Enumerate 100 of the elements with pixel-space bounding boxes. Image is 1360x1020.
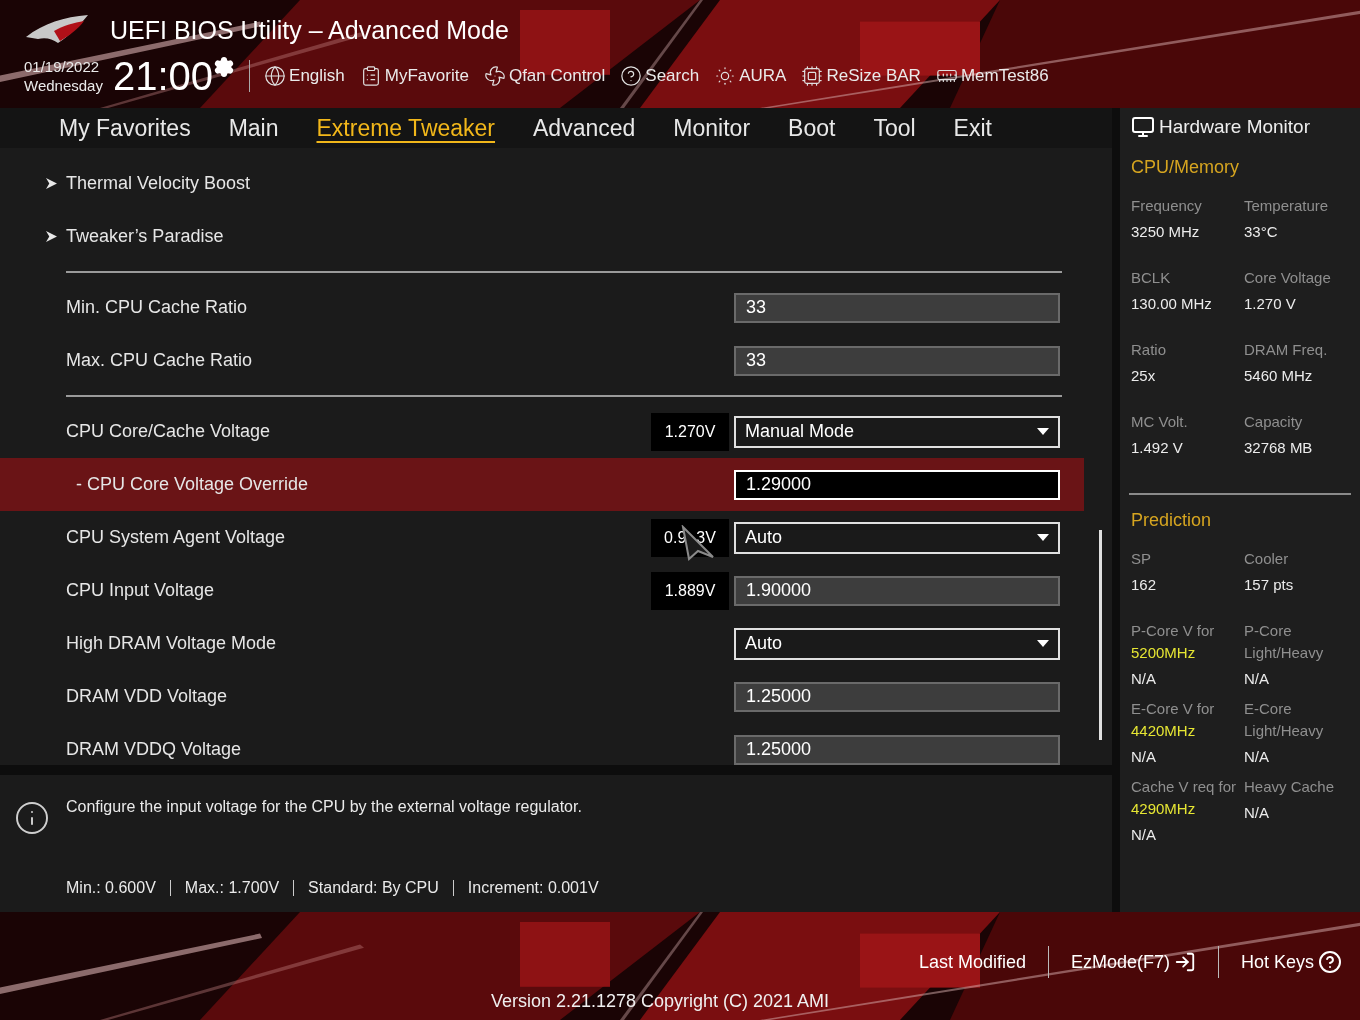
menu-tab[interactable]: Monitor	[654, 110, 770, 146]
setting-label: DRAM VDDQ Voltage	[66, 738, 242, 761]
setting-label: Thermal Velocity Boost	[66, 172, 251, 195]
value-field[interactable]: 1.29000	[734, 469, 1060, 500]
day-text: Wednesday	[24, 75, 103, 95]
setting-label: CPU Input Voltage	[66, 579, 215, 602]
monitor-label: MC Volt.	[1131, 412, 1189, 432]
window-title: UEFI BIOS Utility – Advanced Mode	[110, 15, 509, 46]
menu-tab[interactable]: Boot	[769, 110, 855, 146]
monitor-label: SP	[1131, 549, 1152, 569]
menu-tab[interactable]: Advanced	[514, 110, 655, 146]
dropdown[interactable]: Manual Mode	[734, 415, 1060, 448]
value-field[interactable]: 33	[734, 345, 1060, 376]
monitor-icon	[1131, 115, 1155, 139]
monitor-label: Capacity	[1244, 412, 1304, 432]
panel-title: Hardware Monitor	[1159, 114, 1310, 139]
monitor-value: 32768 MB	[1244, 438, 1314, 458]
monitor-value: 1.492 V	[1131, 438, 1184, 458]
monitor-label: P-Core Light/Heavy	[1244, 621, 1325, 663]
value-field[interactable]: 1.90000	[734, 575, 1060, 606]
setting-label: CPU System Agent Voltage	[66, 526, 286, 549]
toolbar-button[interactable]: AURA	[714, 62, 787, 89]
monitor-label: DRAM Freq.	[1244, 340, 1329, 360]
globe-icon	[264, 64, 287, 87]
settings-row[interactable]: High DRAM Voltage Mode Auto	[0, 617, 1084, 670]
caret-icon	[1037, 640, 1049, 647]
monitor-value: N/A	[1244, 669, 1270, 689]
toolbar-button[interactable]: MyFavorite	[359, 62, 469, 89]
monitor-label: Cache V req for 4290MHz	[1131, 777, 1238, 819]
settings-icon[interactable]	[213, 55, 236, 78]
monitor-label: BCLK	[1131, 268, 1172, 288]
settings-row[interactable]: DRAM VDD Voltage 1.25000	[0, 670, 1084, 723]
setting-label: CPU Core/Cache Voltage	[66, 420, 271, 443]
spec-text: Max.: 1.700V	[184, 878, 280, 898]
settings-row[interactable]: Thermal Velocity Boost	[0, 157, 1084, 210]
fan-icon	[483, 64, 506, 87]
monitor-label: Cooler	[1244, 549, 1290, 569]
value-field[interactable]: 1.25000	[734, 734, 1060, 765]
caret-icon	[1037, 428, 1049, 435]
menu-tab[interactable]: Extreme Tweaker	[297, 110, 515, 146]
monitor-value: 33°C	[1244, 222, 1279, 242]
setting-label: High DRAM Voltage Mode	[66, 632, 277, 655]
section-title: CPU/Memory	[1131, 156, 1240, 179]
dropdown[interactable]: Auto	[734, 627, 1060, 660]
menu-tab[interactable]: Exit	[934, 110, 1011, 146]
scrollbar[interactable]	[1099, 530, 1102, 740]
value-field[interactable]: 1.25000	[734, 681, 1060, 712]
help-icon	[1318, 950, 1342, 974]
menu-tab[interactable]: Main	[209, 110, 298, 146]
arrow-icon	[46, 231, 57, 242]
footer-button[interactable]: Hot Keys	[1240, 948, 1342, 976]
setting-label: - CPU Core Voltage Override	[76, 473, 309, 496]
monitor-value: 162	[1131, 575, 1158, 595]
monitor-value: 130.00 MHz	[1131, 294, 1213, 314]
settings-row[interactable]: Min. CPU Cache Ratio 33	[0, 281, 1084, 334]
exit-icon	[1173, 951, 1196, 973]
setting-label: DRAM VDD Voltage	[66, 685, 228, 708]
light-icon	[714, 64, 737, 87]
monitor-label: Core Voltage	[1244, 268, 1332, 288]
toolbar-button[interactable]: MemTest86	[935, 62, 1049, 89]
menu-tab[interactable]: My Favorites	[40, 110, 210, 146]
date-text: 01/19/2022	[24, 56, 101, 76]
dropdown[interactable]: Auto	[734, 521, 1060, 554]
setting-label: Max. CPU Cache Ratio	[66, 349, 253, 372]
info-icon	[14, 800, 50, 836]
toolbar-button[interactable]: ReSize BAR	[801, 62, 921, 89]
voltage-reading: 1.270V	[651, 412, 729, 451]
settings-row[interactable]: CPU Core/Cache Voltage 1.270V Manual Mode	[0, 405, 1084, 458]
monitor-label: E-Core Light/Heavy	[1244, 699, 1325, 741]
settings-row[interactable]: CPU Input Voltage 1.889V 1.90000	[0, 564, 1084, 617]
settings-row[interactable]: Max. CPU Cache Ratio 33	[0, 334, 1084, 387]
arrow-icon	[46, 178, 57, 189]
monitor-value: N/A	[1131, 669, 1157, 689]
clock-time: 21:00	[112, 55, 214, 96]
toolbar-button[interactable]: English	[264, 62, 345, 89]
spec-text: Min.: 0.600V	[66, 878, 156, 898]
footer-button[interactable]: Last Modified	[918, 948, 1026, 976]
monitor-label: Ratio	[1131, 340, 1168, 360]
toolbar-button[interactable]: Qfan Control	[483, 62, 606, 89]
caret-icon	[1037, 534, 1049, 541]
section-title: Prediction	[1131, 509, 1213, 532]
menu-tab[interactable]: Tool	[854, 110, 935, 146]
spec-text: Increment: 0.001V	[467, 878, 599, 898]
version-text: Version 2.21.1278 Copyright (C) 2021 AMI	[490, 990, 830, 1013]
value-field[interactable]: 33	[734, 292, 1060, 323]
settings-row[interactable]: DRAM VDDQ Voltage 1.25000	[0, 723, 1084, 776]
monitor-label: P-Core V for 5200MHz	[1131, 621, 1216, 663]
toolbar-button[interactable]: Search	[620, 62, 700, 89]
voltage-reading: 1.889V	[651, 571, 729, 610]
settings-row[interactable]: Tweaker’s Paradise	[0, 210, 1084, 263]
footer-button[interactable]: EzMode(F7)	[1070, 948, 1196, 976]
monitor-value: 3250 MHz	[1131, 222, 1201, 242]
monitor-value: 25x	[1131, 366, 1157, 386]
settings-row[interactable]: - CPU Core Voltage Override 1.29000	[0, 458, 1084, 511]
setting-label: Min. CPU Cache Ratio	[66, 296, 248, 319]
monitor-value: 1.270 V	[1244, 294, 1297, 314]
card-icon	[801, 64, 824, 87]
monitor-value: 157 pts	[1244, 575, 1295, 595]
setting-label: Tweaker’s Paradise	[66, 225, 224, 248]
monitor-value: N/A	[1244, 747, 1270, 767]
